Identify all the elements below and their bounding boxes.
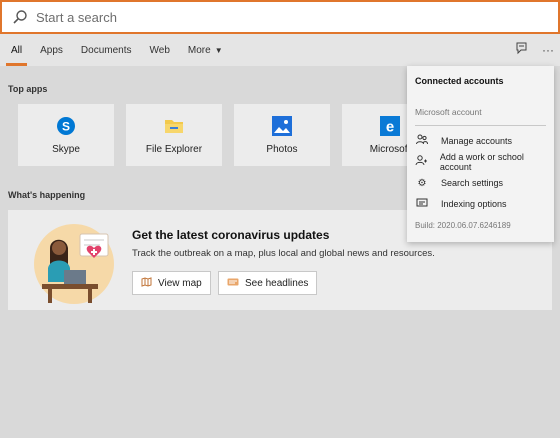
- view-map-button[interactable]: View map: [132, 271, 211, 295]
- see-headlines-label: See headlines: [245, 277, 309, 289]
- menu-item-search-settings[interactable]: ⚙ Search settings: [415, 174, 548, 192]
- folder-icon: [164, 116, 184, 136]
- tab-more[interactable]: More ▼: [179, 34, 232, 66]
- tab-web-label: Web: [149, 44, 170, 56]
- indexing-icon: [415, 197, 429, 211]
- news-icon: [227, 277, 239, 290]
- menu-item-label: Search settings: [441, 178, 504, 188]
- news-headline: Get the latest coronavirus updates: [132, 228, 330, 242]
- more-options-icon[interactable]: ···: [542, 43, 554, 57]
- top-apps-list: S Skype File Explorer Photos e Microsoft: [18, 104, 438, 166]
- tab-apps[interactable]: Apps: [31, 34, 72, 66]
- tab-all-label: All: [11, 44, 23, 56]
- feedback-icon[interactable]: [515, 42, 528, 58]
- app-label: Photos: [266, 143, 298, 155]
- search-bar[interactable]: [0, 0, 560, 34]
- microsoft-account-label[interactable]: Microsoft account: [415, 107, 482, 117]
- menu-title: Connected accounts: [415, 76, 504, 86]
- connected-accounts-menu: Connected accounts Microsoft account Man…: [407, 66, 554, 242]
- whats-happening-title: What's happening: [8, 190, 86, 200]
- svg-text:e: e: [386, 118, 394, 135]
- app-tile-file-explorer[interactable]: File Explorer: [126, 104, 222, 166]
- tab-more-label: More: [187, 44, 211, 56]
- see-headlines-button[interactable]: See headlines: [218, 271, 318, 295]
- menu-item-manage-accounts[interactable]: Manage accounts: [415, 132, 548, 150]
- app-label: File Explorer: [145, 143, 203, 155]
- menu-divider: [415, 125, 546, 126]
- news-subtitle: Track the outbreak on a map, plus local …: [132, 248, 435, 259]
- app-label: Skype: [52, 143, 80, 155]
- search-input[interactable]: [36, 9, 516, 25]
- menu-item-indexing-options[interactable]: Indexing options: [415, 195, 548, 213]
- app-label: Microsoft: [369, 143, 411, 155]
- person-add-icon: [415, 155, 428, 169]
- skype-icon: S: [56, 116, 76, 136]
- map-icon: [141, 276, 152, 290]
- tab-all[interactable]: All: [2, 34, 31, 66]
- menu-item-label: Indexing options: [441, 199, 507, 209]
- tab-web[interactable]: Web: [141, 34, 179, 66]
- view-map-label: View map: [158, 277, 202, 289]
- app-tile-photos[interactable]: Photos: [234, 104, 330, 166]
- gear-icon: ⚙: [417, 177, 427, 189]
- build-version: Build: 2020.06.07.6246189: [415, 221, 511, 230]
- menu-item-add-work-account[interactable]: Add a work or school account: [415, 152, 548, 172]
- edge-icon: e: [380, 115, 400, 136]
- photos-icon: [272, 115, 292, 136]
- tab-documents[interactable]: Documents: [72, 34, 141, 66]
- chevron-down-icon: ▼: [214, 45, 223, 55]
- menu-item-label: Manage accounts: [441, 136, 513, 146]
- tab-documents-label: Documents: [80, 44, 132, 56]
- coronavirus-illustration: [34, 224, 114, 304]
- tab-apps-label: Apps: [40, 44, 63, 56]
- top-apps-title: Top apps: [8, 84, 48, 94]
- app-tile-skype[interactable]: S Skype: [18, 104, 114, 166]
- menu-item-label: Add a work or school account: [439, 152, 524, 172]
- svg-text:S: S: [62, 119, 70, 133]
- people-icon: [415, 134, 429, 148]
- search-icon: [13, 10, 27, 24]
- tab-bar: All Apps Documents Web More ▼ ···: [0, 34, 560, 66]
